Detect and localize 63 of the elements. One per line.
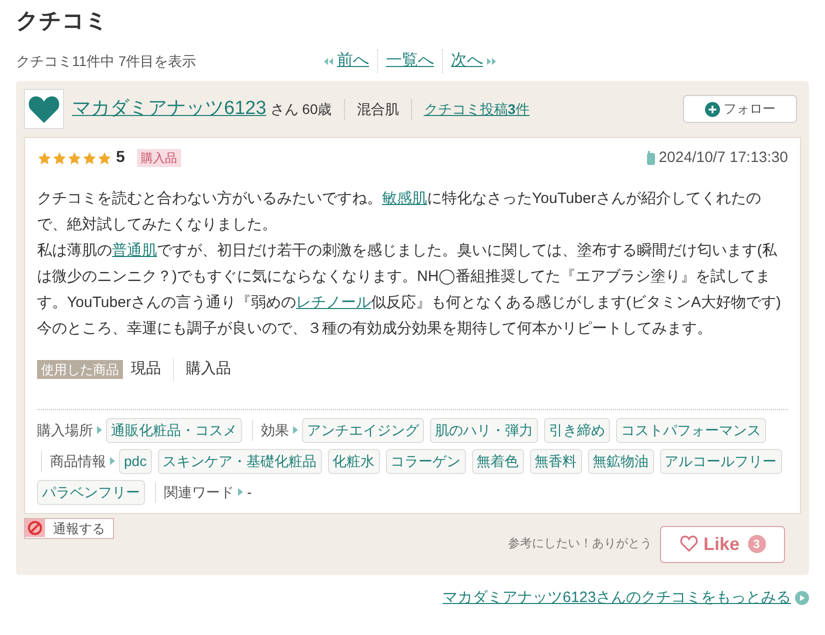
- tag[interactable]: 通販化粧品・コスメ: [106, 418, 242, 442]
- review-paragraph: 私は薄肌の普通肌ですが、初日だけ若干の刺激を感じました。臭いに関しては、塗布する瞬間だけ匂います(私は微少のニンニク？)でもすぐに気にならなくなります。NH◯番組推奨してた『エアブラシ塗り』を試してます。YouTuberさんの言う通り『弱めのレチノール似反応』も何となくある感じがします(ビタミンA大好物です): [37, 241, 782, 313]
- review-paragraph: 今のところ、幸運にも調子が良いので、３種の有効成分効果を期待して何本かリピートしてみます。: [37, 319, 713, 339]
- heart-icon: [28, 95, 60, 123]
- rating-value: 5: [116, 148, 125, 168]
- tag[interactable]: コストパフォーマンス: [616, 418, 766, 442]
- tag-group-value: -: [247, 482, 252, 502]
- purchase-badge: 購入品: [136, 149, 181, 167]
- tag[interactable]: pdc: [119, 448, 152, 474]
- double-right-icon: [487, 58, 496, 64]
- pager-link[interactable]: 次へ: [451, 49, 483, 73]
- post-count-link[interactable]: クチコミ投稿3件: [410, 98, 530, 120]
- heart-outline-icon: [679, 534, 700, 554]
- tag[interactable]: コラーゲン: [386, 448, 466, 474]
- tag[interactable]: 無鉱物油: [588, 448, 654, 474]
- star-icon: [67, 150, 82, 166]
- arrow-icon: [110, 457, 115, 465]
- keyword-link[interactable]: 敏感肌: [382, 190, 427, 207]
- review-paragraph: クチコミを読むと合わない方がいるみたいですね。敏感肌に特化なさったYouTuberさんが紹介してくれたので、絶対試してみたくなりました。: [37, 189, 762, 235]
- tag[interactable]: スキンケア・基礎化粧品: [158, 448, 322, 474]
- report-button[interactable]: 通報する: [24, 518, 114, 539]
- thanks-text: 参考にしたい！ありがとう: [508, 534, 652, 552]
- tag[interactable]: アンチエイジング: [302, 418, 424, 442]
- page-heading: クチコミ: [16, 7, 109, 35]
- star-icon: [97, 150, 112, 166]
- star-icon: [52, 150, 67, 166]
- follow-button[interactable]: フォロー: [683, 95, 797, 123]
- reviewer-age: さん 60歳: [270, 100, 332, 118]
- skin-type: 混合肌: [344, 98, 399, 120]
- keyword-link[interactable]: 普通肌: [112, 242, 157, 259]
- double-left-icon: [324, 58, 333, 64]
- play-icon: [795, 590, 809, 605]
- reviewer-name[interactable]: マカダミアナッツ6123: [72, 94, 266, 124]
- review-counter: クチコミ11件中 7件目を表示: [16, 52, 198, 70]
- tag[interactable]: 無香料: [530, 448, 582, 474]
- phone-icon: [646, 151, 655, 165]
- tag-group-label: 効果: [252, 420, 289, 440]
- used-product: 現品: [131, 359, 161, 379]
- pager-link[interactable]: 前へ: [337, 49, 369, 73]
- tag-group-label: 関連ワード: [155, 482, 234, 502]
- tag[interactable]: 化粧水: [328, 448, 380, 474]
- pager-link[interactable]: 一覧へ: [386, 49, 434, 73]
- prohibited-icon: [25, 519, 45, 538]
- tag-group-label: 商品情報: [41, 450, 106, 472]
- arrow-icon: [293, 426, 298, 434]
- keyword-link[interactable]: レチノール: [296, 294, 371, 311]
- star-icon: [82, 150, 97, 166]
- tag[interactable]: アルコールフリー: [660, 448, 782, 474]
- used-product-label: 使用した商品: [37, 360, 123, 379]
- tag[interactable]: 引き締め: [544, 418, 610, 442]
- arrow-icon: [97, 426, 102, 434]
- plus-icon: [704, 102, 720, 116]
- more-reviews-link[interactable]: マカダミアナッツ6123さんのクチコミをもっとみる: [442, 586, 791, 609]
- like-button[interactable]: Like 3: [660, 526, 785, 562]
- tag[interactable]: 無着色: [472, 448, 524, 474]
- star-icon: [37, 150, 52, 166]
- like-count: 3: [748, 535, 766, 553]
- arrow-icon: [238, 488, 243, 496]
- tag[interactable]: パラベンフリー: [37, 480, 145, 504]
- tag[interactable]: 肌のハリ・弾力: [430, 418, 538, 442]
- used-product: 購入品: [173, 358, 231, 380]
- post-date: 2024/10/7 17:13:30: [658, 148, 788, 168]
- tag-group-label: 購入場所: [37, 420, 93, 440]
